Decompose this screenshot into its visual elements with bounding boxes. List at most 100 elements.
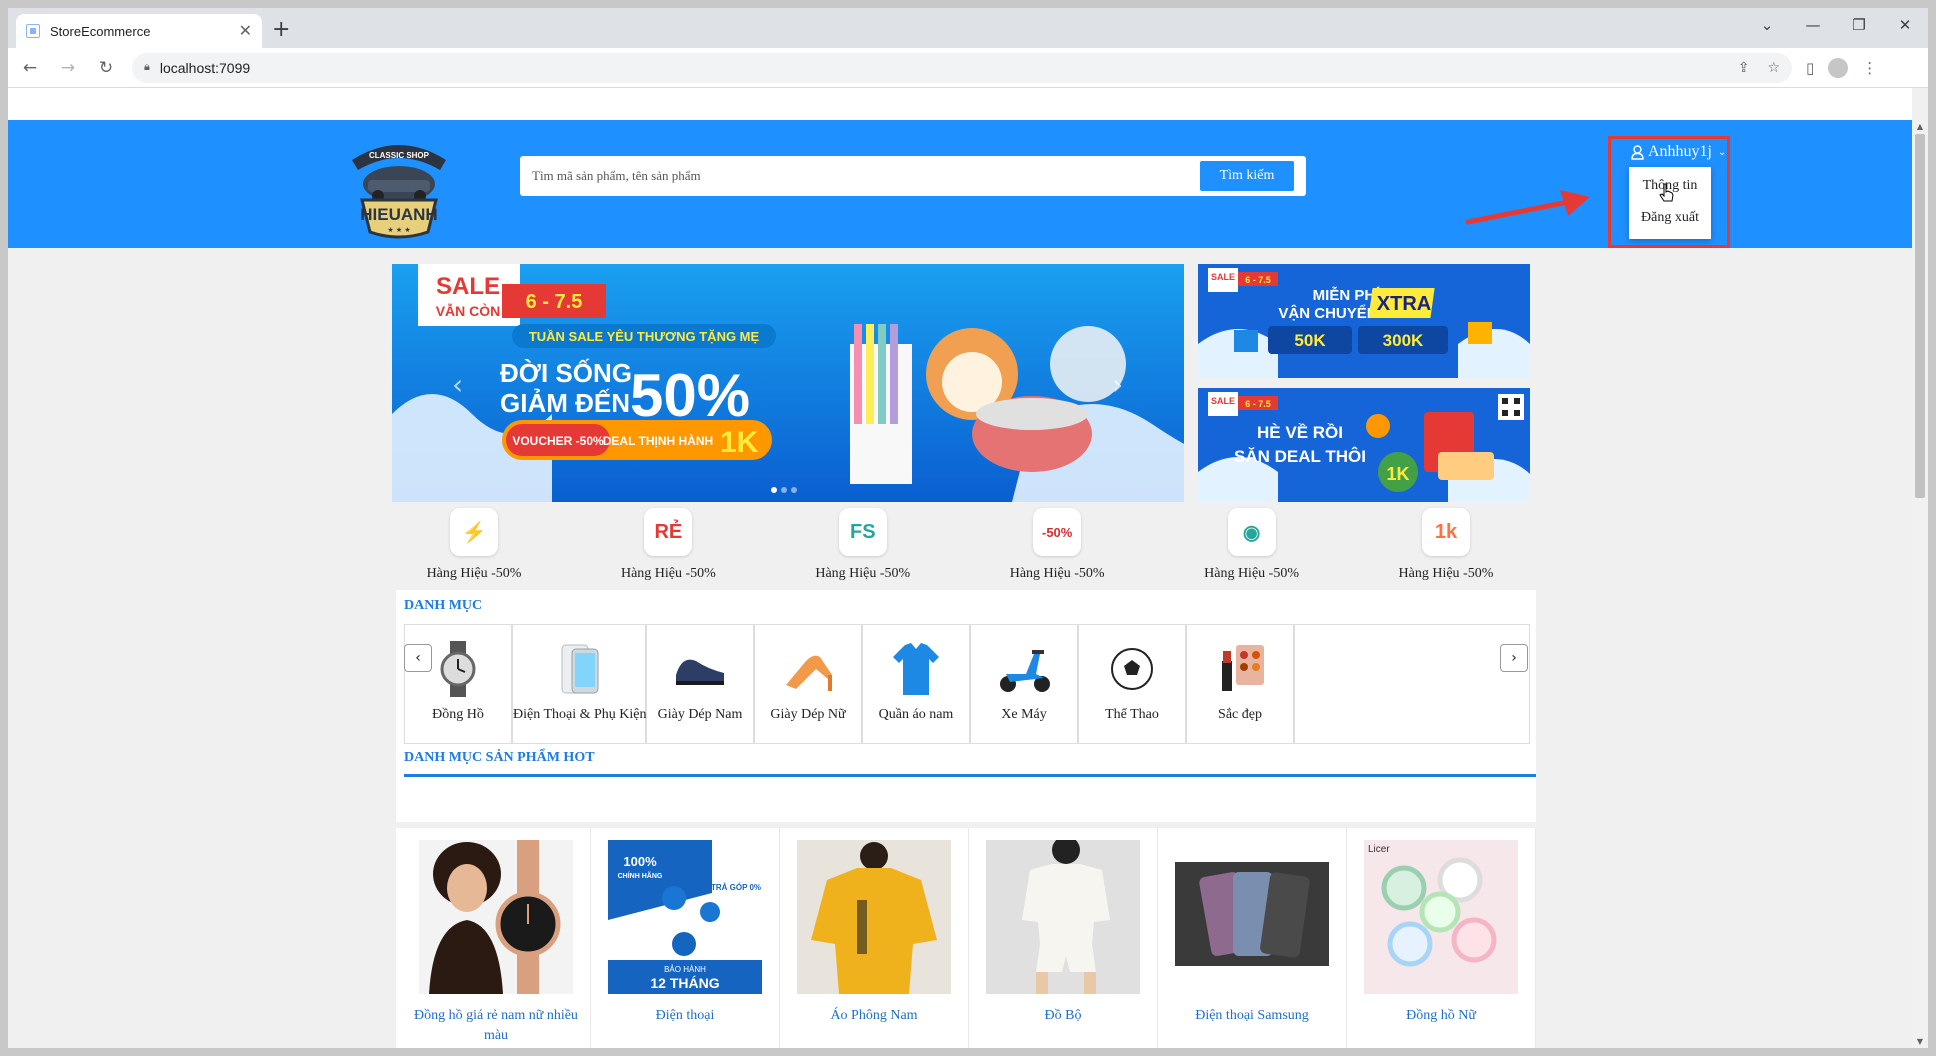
product-name[interactable]: Điện thoại xyxy=(591,1006,779,1046)
url-text: localhost:7099 xyxy=(159,59,251,76)
product-name[interactable]: Áo Phông Nam xyxy=(780,1006,968,1046)
svg-text:ĐỜI SỐNG: ĐỜI SỐNG xyxy=(500,358,632,388)
tab-search-button[interactable]: ⌄ xyxy=(1744,8,1790,42)
category-prev-button[interactable]: ‹ xyxy=(404,644,432,672)
top-strip xyxy=(8,88,1912,120)
category-label: Sắc đẹp xyxy=(1218,707,1262,722)
category-section: DANH MỤC Đồng Hồ Điện Thoại & Phụ Kiện Già… xyxy=(396,590,1536,822)
search-button[interactable]: Tìm kiếm xyxy=(1200,161,1294,191)
svg-text:XTRA: XTRA xyxy=(1377,293,1431,315)
feature-item[interactable]: FS Hàng Hiệu -50% xyxy=(803,508,923,584)
scrollbar-thumb[interactable] xyxy=(1915,134,1925,498)
category-item[interactable]: Sắc đẹp xyxy=(1187,625,1295,743)
svg-text:★ ★ ★: ★ ★ ★ xyxy=(387,226,410,234)
svg-text:VẬN CHUYỂN: VẬN CHUYỂN xyxy=(1278,304,1377,322)
feature-label: Hàng Hiệu -50% xyxy=(1009,566,1105,581)
hot-products-list: Đồng hồ giá rẻ nam nữ nhiều màuDONGHOBC2… xyxy=(396,828,1536,1048)
back-button[interactable]: ← xyxy=(14,52,46,84)
product-image[interactable] xyxy=(797,840,951,994)
svg-text:SALE: SALE xyxy=(1211,396,1235,406)
category-item[interactable]: Điện Thoại & Phụ Kiện xyxy=(513,625,647,743)
brand-sale-icon: -50% xyxy=(1033,508,1082,556)
globe-icon: ◉ xyxy=(1227,508,1276,556)
product-image[interactable] xyxy=(1175,840,1329,994)
svg-text:VẪN CÒN: VẪN CÒN xyxy=(436,302,501,319)
reload-button[interactable]: ↻ xyxy=(90,52,122,84)
product-code: DT002 xyxy=(1158,1046,1346,1048)
svg-text:50K: 50K xyxy=(1294,331,1326,350)
product-name[interactable]: Đồng hồ Nữ xyxy=(1347,1006,1535,1046)
category-item[interactable]: Đồng Hồ xyxy=(405,625,513,743)
shop-logo[interactable]: CLASSIC SHOP HIEUANH ★ ★ ★ xyxy=(344,136,454,240)
bookmark-star-icon[interactable]: ☆ xyxy=(1767,60,1780,76)
category-item[interactable]: Thể Thao xyxy=(1079,625,1187,743)
feature-label: Hàng Hiệu -50% xyxy=(1204,566,1299,581)
browser-tab[interactable]: StoreEcommerce ✕ xyxy=(16,14,262,48)
shirt-icon xyxy=(886,639,946,699)
category-label: Giày Dép Nam xyxy=(657,707,743,722)
product-card[interactable]: LicerĐồng hồ NữDHNU09124180,000đ0 xyxy=(1347,828,1536,1048)
feature-item[interactable]: RẺ Hàng Hiệu -50% xyxy=(608,508,728,584)
page-scrollbar[interactable]: ▲ ▼ xyxy=(1912,120,1928,1048)
scroll-up-icon[interactable]: ▲ xyxy=(1912,122,1928,131)
product-name[interactable]: Đồ Bộ xyxy=(969,1006,1157,1046)
svg-text:DEAL THỊNH HÀNH: DEAL THỊNH HÀNH xyxy=(603,433,713,448)
svg-text:6 - 7.5: 6 - 7.5 xyxy=(1245,399,1271,409)
svg-text:TUẦN SALE YÊU THƯƠNG TẶNG MẸ: TUẦN SALE YÊU THƯƠNG TẶNG MẸ xyxy=(529,329,760,344)
minimize-button[interactable]: — xyxy=(1790,8,1836,42)
share-icon[interactable]: ⇪ xyxy=(1738,60,1750,76)
re-icon: RẺ xyxy=(644,508,693,556)
address-bar[interactable]: 🔒︎ localhost:7099 ⇪ ☆ xyxy=(132,52,1792,83)
svg-text:›: › xyxy=(1112,368,1123,401)
forward-button[interactable]: → xyxy=(52,52,84,84)
page-viewport: CLASSIC SHOP HIEUANH ★ ★ ★ Tìm mã sản ph… xyxy=(8,88,1928,1048)
feature-item[interactable]: -50% Hàng Hiệu -50% xyxy=(997,508,1117,584)
product-card[interactable]: Đồ BộMSP091230,000đ0 xyxy=(969,828,1158,1048)
svg-text:6 - 7.5: 6 - 7.5 xyxy=(1245,275,1271,285)
product-name[interactable]: Điện thoại Samsung xyxy=(1158,1006,1346,1046)
category-label: Xe Máy xyxy=(1001,707,1047,722)
restore-button[interactable]: ❐ xyxy=(1836,8,1882,42)
product-image[interactable]: 100% CHÍNH HÃNG TRẢ GÓP 0% BẢO HÀNH 12 THÁNG xyxy=(608,840,762,994)
product-card[interactable]: Đồng hồ giá rẻ nam nữ nhiều màuDONGHOBC2… xyxy=(402,828,591,1048)
user-name: Anhhuy1j xyxy=(1648,143,1712,160)
product-name[interactable]: Đồng hồ giá rẻ nam nữ nhiều màu xyxy=(402,1006,590,1046)
search-input[interactable]: Tìm mã sản phẩm, tên sản phẩm xyxy=(532,168,1200,184)
product-card[interactable]: Điện thoại SamsungDT0025,600,000đ0 xyxy=(1158,828,1347,1048)
category-item[interactable]: Giày Dép Nữ xyxy=(755,625,863,743)
user-account-toggle[interactable]: Anhhuy1j ⌄ xyxy=(1631,143,1726,161)
hot-products-title: DANH MỤC SẢN PHẨM HOT xyxy=(404,750,1536,777)
freeship-banner[interactable]: SALE 6 - 7.5 MIỄN PHÍ VẬN CHUYỂN XTRA 50… xyxy=(1198,264,1530,378)
product-image[interactable]: Licer xyxy=(1364,840,1518,994)
profile-icon[interactable] xyxy=(1828,57,1849,78)
scroll-down-icon[interactable]: ▼ xyxy=(1912,1037,1928,1046)
svg-text:SALE: SALE xyxy=(436,273,500,300)
menu-kebab-icon[interactable]: ⋮ xyxy=(1862,59,1877,77)
main-promo-banner[interactable]: SALE VẪN CÒN 6 - 7.5 TUẦN SALE YÊU THƯƠN… xyxy=(392,264,1184,502)
tab-close-icon[interactable]: ✕ xyxy=(239,21,252,41)
product-code: DHNU09124 xyxy=(1347,1046,1535,1048)
new-tab-button[interactable]: + xyxy=(272,17,290,42)
product-card[interactable]: 100% CHÍNH HÃNG TRẢ GÓP 0% BẢO HÀNH 12 THÁNG… xyxy=(591,828,780,1048)
product-card[interactable]: Áo Phông NamAOPHONG1980200,000đ0 xyxy=(780,828,969,1048)
svg-text:MIỄN PHÍ: MIỄN PHÍ xyxy=(1313,287,1381,304)
category-item[interactable]: Xe Máy xyxy=(971,625,1079,743)
menu-item-logout[interactable]: Đăng xuất xyxy=(1629,209,1711,241)
side-panel-icon[interactable]: ▯ xyxy=(1806,59,1814,77)
close-window-button[interactable]: ✕ xyxy=(1882,8,1928,42)
feature-item[interactable]: ◉ Hàng Hiệu -50% xyxy=(1192,508,1312,584)
cosmetics-icon xyxy=(1210,639,1270,699)
ball-icon xyxy=(1102,639,1162,699)
category-item[interactable]: Quần áo nam xyxy=(863,625,971,743)
product-image[interactable] xyxy=(986,840,1140,994)
svg-text:BẢO HÀNH: BẢO HÀNH xyxy=(664,965,706,974)
category-next-button[interactable]: › xyxy=(1500,644,1528,672)
svg-text:100%: 100% xyxy=(623,854,657,869)
annotation-arrow-icon xyxy=(1465,190,1590,225)
product-image[interactable] xyxy=(419,840,573,994)
browser-window: StoreEcommerce ✕ + ⌄ — ❐ ✕ ← → ↻ 🔒︎ loca… xyxy=(8,8,1928,1048)
summer-deal-banner[interactable]: SALE 6 - 7.5 HÈ VỀ RỒI SĂN DEAL THÔI 1K xyxy=(1198,388,1530,502)
category-item[interactable]: Giày Dép Nam xyxy=(647,625,755,743)
feature-item[interactable]: 1k Hàng Hiệu -50% xyxy=(1386,508,1506,584)
feature-item[interactable]: ⚡ Hàng Hiệu -50% xyxy=(414,508,534,584)
